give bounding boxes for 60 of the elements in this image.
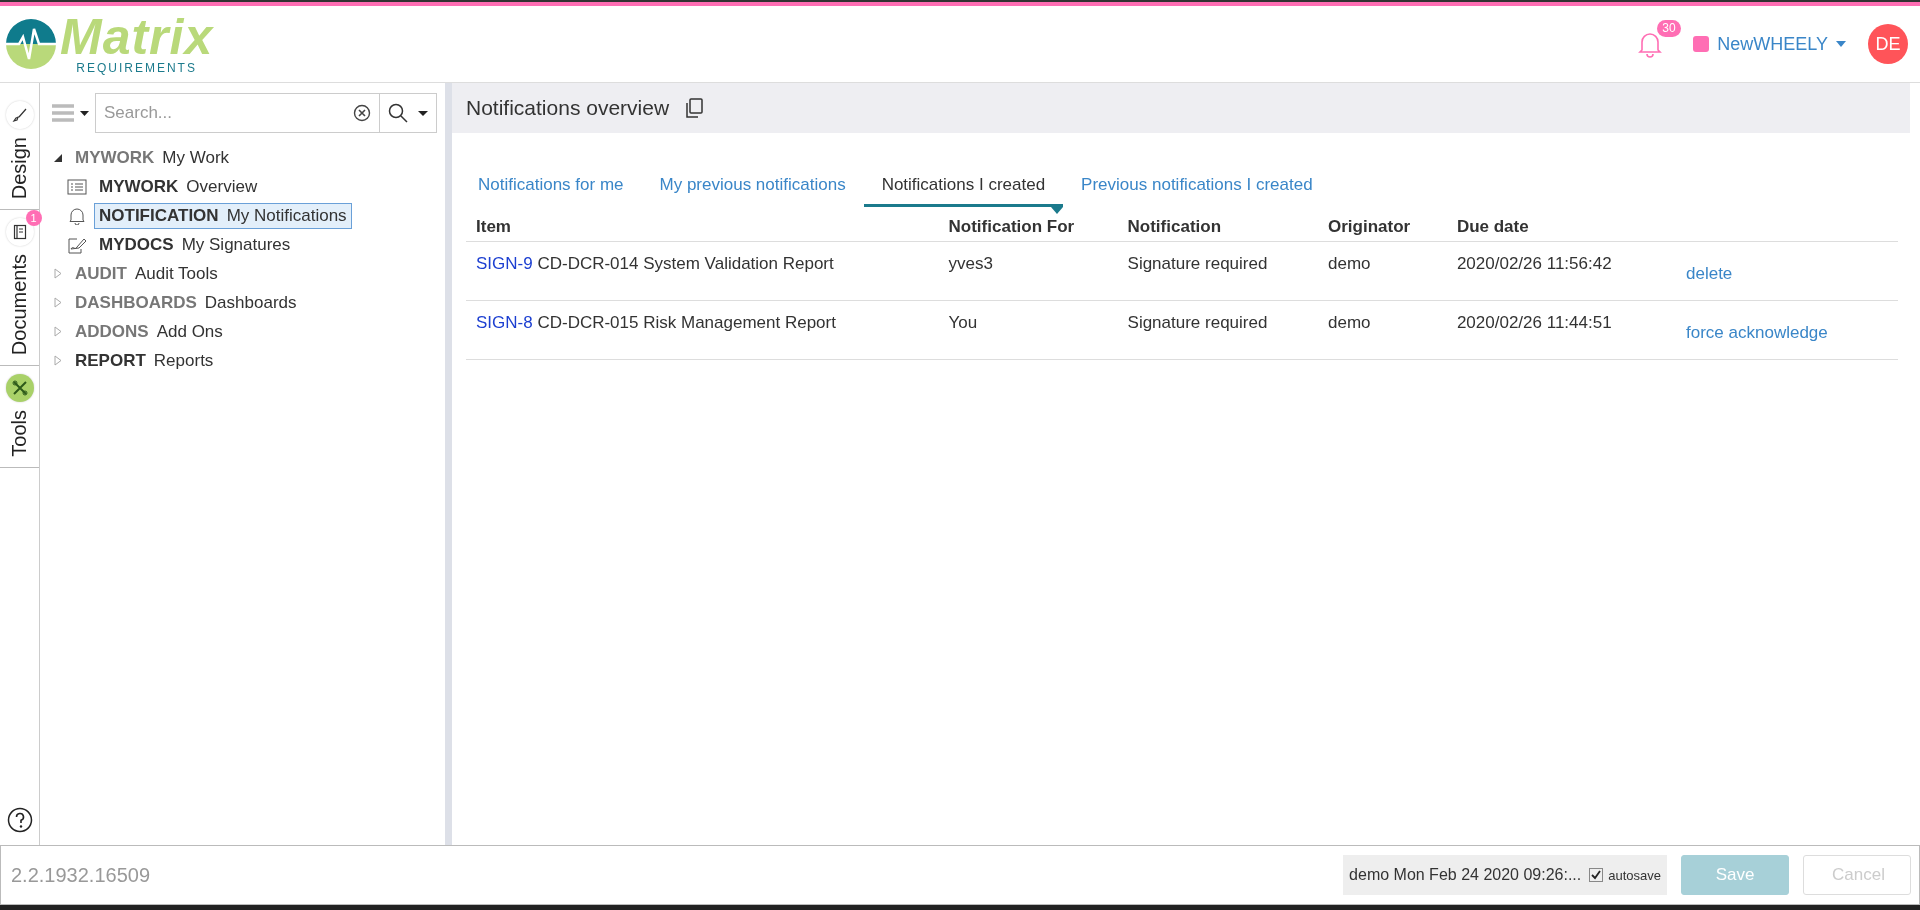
copy-icon[interactable] bbox=[685, 98, 704, 118]
version-label: 2.2.1932.16509 bbox=[11, 863, 152, 887]
tools-icon bbox=[10, 379, 29, 398]
column-header: Originator bbox=[1318, 207, 1447, 242]
menu-icon bbox=[52, 103, 74, 123]
column-header: Notification For bbox=[938, 207, 1118, 242]
tree-item[interactable]: MYWORK Overview bbox=[94, 173, 263, 200]
column-header: Item bbox=[466, 207, 939, 242]
caret-icon bbox=[418, 110, 428, 116]
action-link[interactable]: delete bbox=[1686, 264, 1733, 283]
project-selector[interactable]: NewWHEELY bbox=[1693, 33, 1846, 55]
table-cell: 2020/02/26 11:44:51 bbox=[1456, 313, 1612, 332]
table-cell: Signature required bbox=[1127, 254, 1268, 273]
bell-icon bbox=[67, 206, 87, 225]
tree-item[interactable]: AUDIT Audit Tools bbox=[70, 260, 223, 287]
autosave-checkbox[interactable] bbox=[1589, 868, 1604, 882]
tree-item[interactable]: ADDONS Add Ons bbox=[70, 318, 228, 345]
tree-item[interactable]: NOTIFICATION My Notifications bbox=[94, 202, 352, 229]
logo-icon bbox=[4, 17, 58, 71]
help-icon[interactable] bbox=[6, 807, 33, 833]
search-field[interactable]: Search... bbox=[95, 93, 379, 133]
table-cell: yves3 bbox=[948, 254, 993, 273]
column-header: Due date bbox=[1446, 207, 1676, 242]
column-header: Notification bbox=[1117, 207, 1318, 242]
tree-item[interactable]: REPORT Reports bbox=[70, 347, 219, 374]
search-icon bbox=[388, 103, 408, 123]
menu-button[interactable] bbox=[52, 103, 89, 123]
checkbox-label: autosave bbox=[1608, 867, 1661, 883]
bell-icon[interactable] bbox=[1637, 30, 1664, 58]
list-icon bbox=[67, 178, 87, 195]
table-cell: 2020/02/26 11:56:42 bbox=[1456, 254, 1612, 273]
count-badge: 1 bbox=[25, 210, 42, 227]
logo-tagline: REQUIREMENTS bbox=[76, 61, 197, 75]
status-text: demo Mon Feb 24 2020 09:26:... bbox=[1349, 866, 1582, 884]
item-cell: SIGN-8 CD-DCR-015 Risk Management Report bbox=[476, 313, 836, 332]
caret-icon bbox=[80, 110, 89, 116]
table-cell: demo bbox=[1328, 254, 1371, 273]
logo-wordmark: Matrix bbox=[60, 13, 214, 61]
brush-icon bbox=[11, 107, 28, 123]
book-icon bbox=[12, 224, 27, 241]
notification-count-badge: 30 bbox=[1657, 20, 1681, 37]
table-cell: You bbox=[948, 313, 978, 332]
side-tab[interactable]: Design bbox=[0, 93, 39, 211]
side-tab[interactable]: Tools bbox=[0, 366, 39, 469]
tree-item[interactable]: MYWORK My Work bbox=[70, 144, 235, 171]
collapse-icon[interactable] bbox=[54, 153, 62, 162]
action-link[interactable]: force acknowledge bbox=[1686, 323, 1828, 342]
table-cell: Signature required bbox=[1127, 313, 1268, 332]
table-cell: demo bbox=[1328, 313, 1371, 332]
tree-item[interactable]: MYDOCS My Signatures bbox=[94, 231, 296, 258]
caret-icon bbox=[1836, 41, 1846, 47]
clear-icon[interactable] bbox=[353, 104, 371, 122]
tree-item[interactable]: DASHBOARDS Dashboards bbox=[70, 289, 302, 316]
item-link[interactable]: SIGN-8 bbox=[476, 313, 533, 332]
search-button[interactable] bbox=[379, 93, 437, 133]
item-cell: SIGN-9 CD-DCR-014 System Validation Report bbox=[476, 254, 834, 273]
signature-icon bbox=[67, 235, 87, 254]
item-link[interactable]: SIGN-9 bbox=[476, 254, 533, 273]
page-title: Notifications overview bbox=[466, 96, 670, 120]
side-tab[interactable]: 1 Documents bbox=[0, 210, 39, 367]
